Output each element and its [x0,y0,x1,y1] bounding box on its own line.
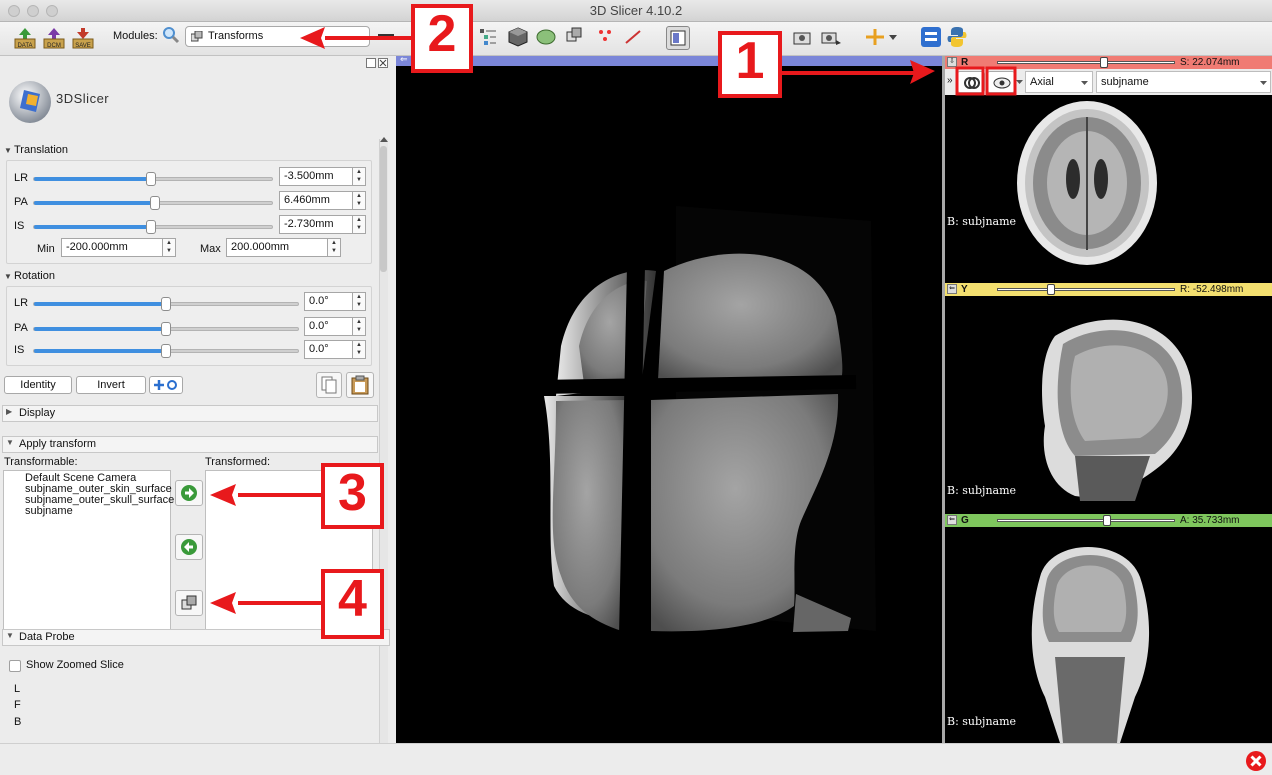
arrow-head-4-icon [210,592,236,614]
annotation-arrows [210,27,1017,614]
arrow-head-1-icon [910,60,935,84]
arrow-head-3-icon [210,484,236,506]
eye-highlight-box [985,66,1017,96]
callout-1: 1 [718,31,782,98]
callout-3: 3 [321,463,384,529]
callout-2: 2 [411,4,473,73]
arrow-head-2-icon [300,27,325,49]
link-highlight-box [955,66,985,96]
callout-4: 4 [321,569,384,639]
